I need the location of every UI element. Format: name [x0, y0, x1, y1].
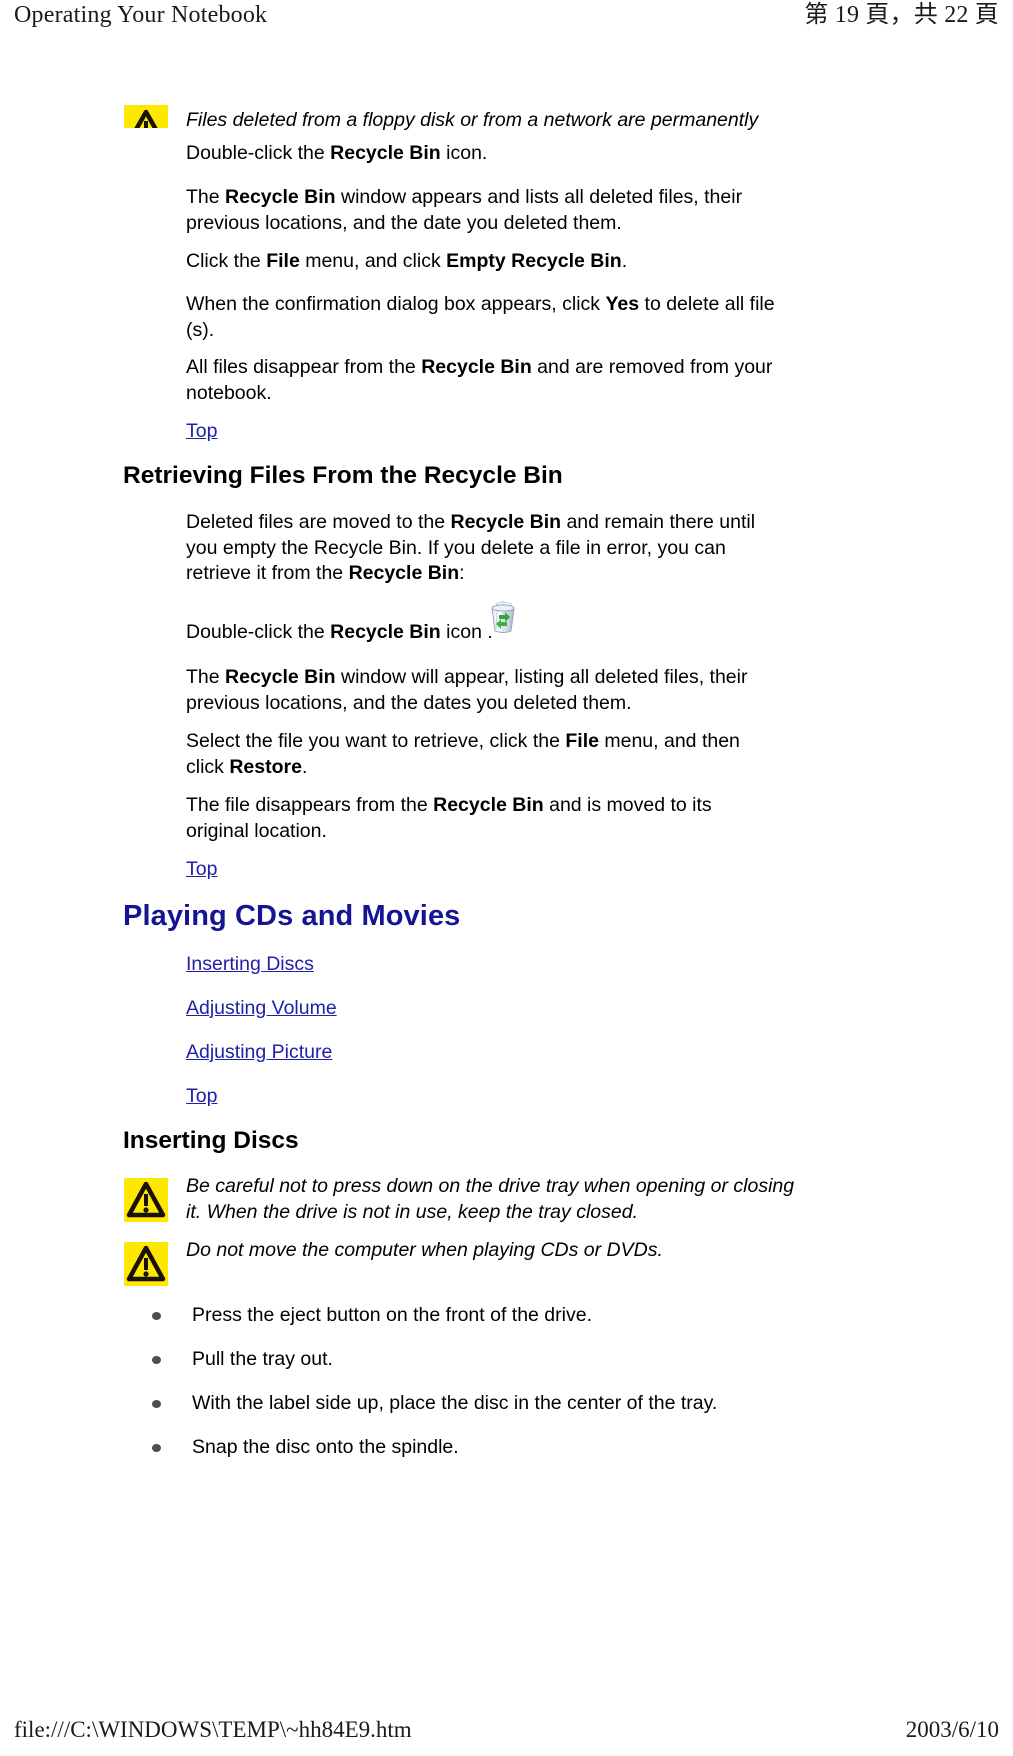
top-link-label[interactable]: Top: [186, 858, 217, 880]
bullet-dot-icon: [152, 1356, 161, 1364]
text-fragment: When the confirmation dialog box appears…: [186, 293, 606, 315]
top-link-label[interactable]: Top: [186, 1085, 217, 1107]
empty-step-files-disappear: All files disappear from the Recycle Bin…: [186, 355, 776, 406]
link-label[interactable]: Adjusting Picture: [186, 1041, 332, 1063]
text-bold-recycle-bin: Recycle Bin: [225, 186, 336, 208]
page-running-footer: file:///C:\WINDOWS\TEMP\~hh84E9.htm 2003…: [0, 1716, 1013, 1756]
text-bold-recycle-bin: Recycle Bin: [348, 562, 460, 584]
caution-tray-note: Be careful not to press down on the driv…: [186, 1175, 795, 1223]
list-item-label: Press the eject button on the front of t…: [192, 1304, 592, 1326]
empty-step-file-menu: Click the File menu, and click Empty Rec…: [186, 249, 886, 275]
list-item: Pull the tray out.: [152, 1347, 333, 1372]
text-bold-recycle-bin: Recycle Bin: [433, 794, 544, 816]
warning-triangle-icon: [124, 105, 168, 128]
list-item-label: Pull the tray out.: [192, 1348, 333, 1370]
text-bold-recycle-bin: Recycle Bin: [225, 666, 336, 688]
warning-triangle-icon: [124, 1242, 168, 1286]
heading-inserting-discs: Inserting Discs: [123, 1127, 299, 1154]
text-bold-recycle-bin: Recycle Bin: [450, 511, 562, 533]
text-fragment: The: [186, 666, 226, 688]
text-fragment: icon .: [440, 621, 493, 643]
retrieve-step-file-moved: The file disappears from the Recycle Bin…: [186, 793, 771, 844]
floppy-delete-note: Files deleted from a floppy disk or from…: [186, 109, 759, 131]
empty-step-window-appears: The Recycle Bin window appears and lists…: [186, 185, 776, 236]
text-fragment: icon.: [440, 142, 488, 164]
text-fragment: Double-click the: [186, 142, 331, 164]
heading-playing-cds-and-movies: Playing CDs and Movies: [123, 900, 461, 932]
top-link-1[interactable]: Top: [186, 419, 217, 443]
text-bold-empty-recycle-bin: Empty Recycle Bin: [446, 250, 622, 272]
text-fragment: .: [301, 755, 308, 778]
print-date: 2003/6/10: [905, 1717, 999, 1742]
text-fragment: Click the: [186, 250, 267, 272]
link-label[interactable]: Adjusting Volume: [186, 997, 337, 1019]
text-bold-file: File: [565, 730, 599, 752]
list-item: With the label side up, place the disc i…: [152, 1391, 717, 1416]
link-inserting-discs[interactable]: Inserting Discs: [186, 952, 314, 976]
top-link-3[interactable]: Top: [186, 1084, 217, 1108]
bullet-dot-icon: [152, 1312, 161, 1320]
text-fragment: :: [459, 562, 465, 584]
text-bold-recycle-bin: Recycle Bin: [421, 356, 532, 378]
bullet-dot-icon: [152, 1444, 161, 1452]
empty-step-confirmation: When the confirmation dialog box appears…: [186, 292, 786, 343]
retrieve-step-double-click: Double-click the Recycle Bin icon .: [186, 620, 586, 646]
page-content: Files deleted from a floppy disk or from…: [0, 0, 1013, 1754]
text-fragment: menu, and click: [299, 250, 447, 272]
text-fragment: The file disappears from the: [186, 794, 434, 816]
retrieve-step-select-restore: Select the file you want to retrieve, cl…: [186, 729, 781, 780]
text-fragment: Select the file you want to retrieve, cl…: [186, 730, 566, 752]
list-item: Snap the disc onto the spindle.: [152, 1435, 459, 1460]
empty-step-double-click: Double-click the Recycle Bin icon.: [186, 141, 886, 167]
text-bold-restore: Restore: [229, 755, 302, 778]
retrieving-intro-paragraph: Deleted files are moved to the Recycle B…: [186, 510, 781, 587]
text-bold-recycle-bin: Recycle Bin: [330, 621, 441, 643]
retrieve-step-window-appears: The Recycle Bin window will appear, list…: [186, 665, 778, 716]
text-bold-yes: Yes: [605, 293, 640, 315]
text-fragment: Deleted files are moved to the: [186, 511, 451, 533]
warning-triangle-icon: [124, 1178, 168, 1222]
link-label[interactable]: Inserting Discs: [186, 953, 314, 975]
text-fragment: The: [186, 186, 226, 208]
text-fragment: .: [621, 250, 628, 272]
link-adjusting-volume[interactable]: Adjusting Volume: [186, 996, 337, 1020]
link-adjusting-picture[interactable]: Adjusting Picture: [186, 1040, 332, 1064]
list-item-label: Snap the disc onto the spindle.: [192, 1436, 459, 1458]
list-item: Press the eject button on the front of t…: [152, 1303, 592, 1328]
text-fragment: Double-click the: [186, 621, 331, 643]
top-link-2[interactable]: Top: [186, 857, 217, 881]
top-link-label[interactable]: Top: [186, 420, 217, 442]
text-bold-recycle-bin: Recycle Bin: [330, 142, 441, 164]
bullet-dot-icon: [152, 1400, 161, 1408]
source-file-path: file:///C:\WINDOWS\TEMP\~hh84E9.htm: [14, 1717, 412, 1742]
heading-retrieving-files: Retrieving Files From the Recycle Bin: [123, 462, 563, 489]
list-item-label: With the label side up, place the disc i…: [192, 1392, 718, 1414]
caution-move-note: Do not move the computer when playing CD…: [186, 1239, 663, 1261]
text-bold-file: File: [266, 250, 300, 272]
text-fragment: All files disappear from the: [186, 356, 422, 378]
